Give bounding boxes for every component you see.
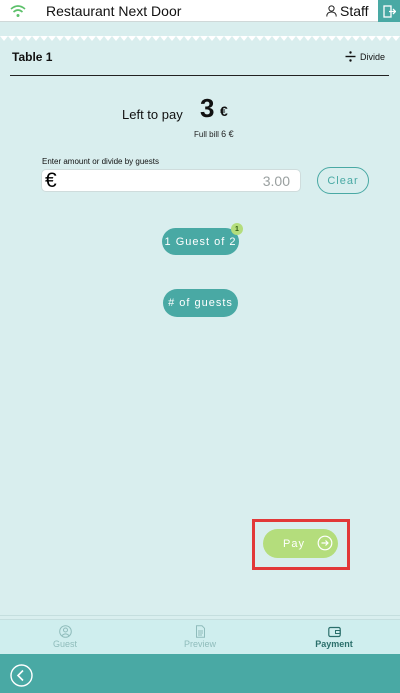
euro-symbol: €: [45, 169, 57, 192]
nav-preview-tab[interactable]: Preview: [160, 625, 240, 649]
wallet-icon: [327, 626, 341, 638]
back-arrow-icon[interactable]: [10, 664, 33, 687]
ticket-edge: [0, 36, 400, 41]
exit-button[interactable]: [378, 0, 400, 22]
guest-icon: [58, 625, 72, 638]
user-icon: [326, 5, 337, 17]
pay-button[interactable]: Pay: [263, 529, 338, 558]
nav-guest-tab[interactable]: Guest: [25, 625, 105, 649]
exit-icon: [382, 4, 396, 18]
full-bill-label: Full bill: [194, 130, 219, 139]
separator: [0, 615, 400, 616]
divider: [10, 75, 389, 76]
left-to-pay-currency: €: [220, 103, 228, 119]
nav-guest-label: Guest: [52, 639, 77, 649]
guest-selector-button[interactable]: 1 Guest of 2: [162, 228, 239, 255]
number-of-guests-button[interactable]: # of guests: [163, 289, 238, 317]
full-bill-value: 6 €: [221, 129, 234, 139]
amount-field[interactable]: €: [41, 169, 301, 192]
amount-input[interactable]: [66, 170, 296, 191]
staff-label: Staff: [340, 3, 369, 19]
document-icon: [195, 625, 205, 638]
nav-payment-label: Payment: [315, 639, 353, 649]
bottom-nav: Guest Preview Payment: [0, 620, 400, 654]
staff-button[interactable]: Staff: [326, 3, 369, 19]
top-bar: Restaurant Next Door Staff: [0, 0, 400, 22]
left-to-pay-label: Left to pay: [122, 107, 183, 122]
pay-label: Pay: [283, 537, 305, 550]
nav-payment-tab[interactable]: Payment: [294, 625, 374, 649]
restaurant-name: Restaurant Next Door: [46, 3, 182, 19]
nav-preview-label: Preview: [183, 639, 216, 649]
footer-bar: [0, 654, 400, 693]
clear-button[interactable]: Clear: [317, 167, 369, 194]
arrow-right-circle-icon: [317, 535, 333, 551]
amount-entry-label: Enter amount or divide by guests: [42, 157, 159, 166]
divide-button[interactable]: Divide: [345, 51, 385, 62]
divide-icon: [345, 51, 356, 62]
wifi-icon: [10, 5, 26, 17]
guest-count-badge: 1: [231, 223, 243, 235]
left-to-pay-amount: 3: [200, 93, 215, 123]
divide-label: Divide: [359, 51, 385, 62]
full-bill: Full bill 6 €: [194, 129, 234, 139]
table-title: Table 1: [12, 50, 53, 64]
